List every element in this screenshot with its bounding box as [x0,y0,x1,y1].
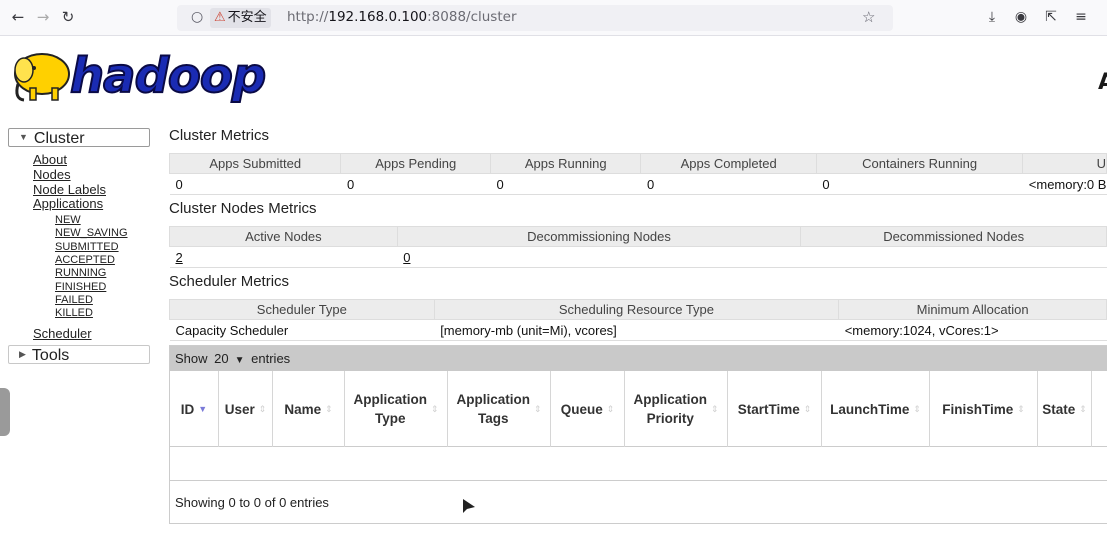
col-apps-pending: Apps Pending [340,153,491,174]
downloads-icon[interactable]: ⤓ [983,8,1001,26]
url-text[interactable]: http://192.168.0.100:8088/cluster [287,9,517,25]
table-length-control: Show 20 ▼ entries [170,346,1107,371]
nav-link-nodes[interactable]: Nodes [33,167,150,183]
value-minimum-allocation: <memory:1024, vCores:1> [838,319,1107,341]
nav-cluster-header[interactable]: ▼ Cluster [8,128,150,147]
nav-link-new-saving[interactable]: NEW_SAVING [55,227,150,240]
chevron-down-icon: ▼ [234,355,245,366]
nav-link-scheduler[interactable]: Scheduler [33,326,150,342]
reload-icon[interactable]: ↻ [59,8,77,26]
nav-link-failed[interactable]: FAILED [55,294,150,307]
nav-tools-header[interactable]: ▶ Tools [8,345,150,365]
cluster-metrics-table: Apps Submitted Apps Pending Apps Running… [168,153,1107,195]
shield-icon[interactable]: ○ [191,9,203,25]
header-corner-letter: A [1098,70,1107,95]
col-header-launch-time[interactable]: LaunchTime ⇕ [822,371,930,447]
col-header-finish-time[interactable]: FinishTime ⇕ [930,371,1038,447]
node-metrics-table: Active Nodes Decommissioning Nodes Decom… [169,226,1107,268]
col-header-queue[interactable]: Queue ⇕ [551,371,625,447]
col-header-state[interactable]: State ⇕ [1038,371,1092,447]
value-apps-completed: 0 [640,173,817,195]
value-containers-running: 0 [816,173,1023,195]
col-decommissioning-nodes: Decommissioning Nodes [396,226,802,247]
sort-icon: ⇕ [606,403,615,414]
col-scheduling-resource-type: Scheduling Resource Type [433,299,840,320]
side-panel-handle[interactable] [0,388,10,436]
col-header-user[interactable]: User ⇕ [219,371,273,447]
back-icon[interactable]: ← [9,8,27,26]
node-metrics-title: Cluster Nodes Metrics [169,200,317,217]
scheduler-metrics-table: Scheduler Type Scheduling Resource Type … [169,299,1107,341]
cluster-links: About Nodes Node Labels Applications NEW… [8,147,150,341]
collapsed-triangle-icon: ▶ [19,349,26,360]
sort-icon: ⇕ [1017,403,1025,414]
value-decommissioned-nodes[interactable] [800,246,1107,268]
col-active-nodes: Active Nodes [169,226,398,247]
sort-desc-icon: ▼ [198,403,208,414]
nav-link-new[interactable]: NEW [55,214,150,227]
sort-icon: ⇕ [258,403,267,414]
nav-link-submitted[interactable]: SUBMITTED [55,241,150,254]
value-scheduler-type: Capacity Scheduler [169,319,435,341]
page-size-select[interactable]: 20 ▼ [211,346,247,373]
bookmark-star-icon[interactable]: ☆ [862,8,875,26]
value-scheduling-resource-type: [memory-mb (unit=Mi), vcores] [434,319,839,341]
col-header-id[interactable]: ID ▼ [170,371,219,447]
col-header-start-time[interactable]: StartTime ⇕ [728,371,822,447]
sort-icon: ⇕ [1079,403,1087,414]
extensions-icon[interactable]: ⇱ [1042,8,1060,26]
account-icon[interactable]: ◉ [1012,8,1030,26]
sort-icon: ⇕ [533,403,542,414]
value-apps-running: 0 [490,173,641,195]
security-badge[interactable]: ⚠ 不安全 [210,8,271,28]
sort-icon: ⇕ [430,403,439,414]
value-active-nodes[interactable]: 2 [169,246,398,268]
value-apps-pending: 0 [340,173,491,195]
col-header-application-type[interactable]: Application Type ⇕ [345,371,448,447]
table-info: Showing 0 to 0 of 0 entries [175,495,329,510]
nav-link-accepted[interactable]: ACCEPTED [55,254,150,267]
col-header-application-priority[interactable]: Application Priority ⇕ [625,371,728,447]
nav-link-running[interactable]: RUNNING [55,267,150,280]
hadoop-wordmark: hadoop [69,47,267,105]
sort-icon: ⇕ [325,403,333,414]
forward-icon[interactable]: → [34,8,52,26]
value-decommissioning-nodes[interactable]: 0 [397,246,801,268]
nav-link-killed[interactable]: KILLED [55,307,150,320]
col-containers-running: Containers Running [815,153,1024,174]
col-decommissioned-nodes: Decommissioned Nodes [800,226,1107,247]
browser-toolbar: ← → ↻ ○ ⚠ 不安全 http://192.168.0.100:8088/c… [0,0,1107,36]
col-apps-running: Apps Running [489,153,642,174]
mouse-cursor-icon [463,499,475,513]
value-apps-submitted: 0 [169,173,341,195]
nav-link-about[interactable]: About [33,152,150,168]
col-header-application-tags[interactable]: Application Tags ⇕ [448,371,551,447]
scheduler-metrics-title: Scheduler Metrics [169,273,290,290]
applications-table: Show 20 ▼ entries ID ▼ User ⇕ Name ⇕ Applica… [169,345,1107,524]
sort-icon: ⇕ [710,403,719,414]
table-body-empty [170,447,1107,481]
sort-icon: ⇕ [913,403,921,414]
sort-icon: ⇕ [803,403,812,414]
address-bar[interactable]: ○ ⚠ 不安全 http://192.168.0.100:8088/cluster… [177,5,893,31]
insecure-lock-icon: ⚠ [214,10,226,25]
value-used-resources: <memory:0 B [1022,173,1107,195]
col-used-resources: U [1022,153,1107,174]
app-state-links: NEW NEW_SAVING SUBMITTED ACCEPTED RUNNIN… [33,212,150,320]
left-nav: ▼ Cluster About Nodes Node Labels Applica… [8,128,150,365]
nav-link-finished[interactable]: FINISHED [55,281,150,294]
col-header-name[interactable]: Name ⇕ [273,371,345,447]
cluster-metrics-title: Cluster Metrics [169,127,270,144]
expanded-triangle-icon: ▼ [19,132,28,142]
nav-link-node-labels[interactable]: Node Labels [33,182,150,198]
col-apps-submitted: Apps Submitted [168,153,342,174]
col-minimum-allocation: Minimum Allocation [838,299,1107,320]
col-scheduler-type: Scheduler Type [169,299,435,320]
table-header-row: ID ▼ User ⇕ Name ⇕ Application Type ⇕ Applic… [170,371,1107,447]
col-apps-completed: Apps Completed [640,153,817,174]
menu-icon[interactable]: ≡ [1072,8,1090,26]
nav-link-applications[interactable]: Applications [33,197,150,212]
